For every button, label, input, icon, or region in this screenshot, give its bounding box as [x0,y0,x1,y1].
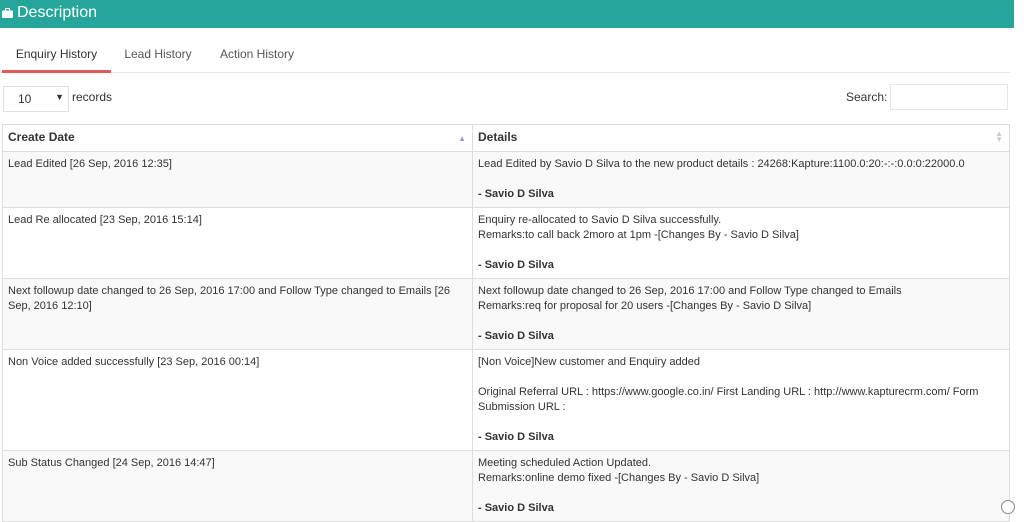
details-line: [Non Voice]New customer and Enquiry adde… [478,356,700,368]
table-row: Sub Status Changed [24 Sep, 2016 14:47] … [2,450,1010,522]
details-line: Remarks:online demo fixed -[Changes By -… [478,472,760,484]
table-row: Non Voice added successfully [23 Sep, 20… [2,349,1010,451]
details-line: Meeting scheduled Action Updated. [478,457,652,469]
column-header-create-date[interactable]: Create Date ▲ [2,124,473,152]
resize-handle-icon[interactable] [1001,500,1015,514]
details-line: Remarks:req for proposal for 20 users -[… [478,300,812,312]
signature: - Savio D Silva [478,188,554,200]
signature: - Savio D Silva [478,431,554,443]
table-row: Next followup date changed to 26 Sep, 20… [2,278,1010,350]
create-date-cell: Lead Re allocated [23 Sep, 2016 15:14] [2,207,473,279]
description-header: Description [0,0,1014,28]
create-date-cell: Lead Edited [26 Sep, 2016 12:35] [2,151,473,208]
records-per-page-select[interactable]: 10 ▼ [3,86,69,112]
enquiry-history-table: Create Date ▲ Details ▲ ▼ Lead Edited [26… [2,124,1010,522]
details-cell: [Non Voice]New customer and Enquiry adde… [472,349,1010,451]
details-line: Enquiry re-allocated to Savio D Silva su… [478,214,722,226]
details-cell: Lead Edited by Savio D Silva to the new … [472,151,1010,208]
column-header-details[interactable]: Details ▲ ▼ [472,124,1010,152]
details-cell: Enquiry re-allocated to Savio D Silva su… [472,207,1010,279]
details-line: Lead Edited by Savio D Silva to the new … [478,158,965,170]
tab-enquiry-history[interactable]: Enquiry History [2,38,111,73]
details-line: Next followup date changed to 26 Sep, 20… [478,285,902,297]
create-date-cell: Next followup date changed to 26 Sep, 20… [2,278,473,350]
table-header-row: Create Date ▲ Details ▲ ▼ [2,124,1010,152]
details-cell: Next followup date changed to 26 Sep, 20… [472,278,1010,350]
details-line: Original Referral URL : https://www.goog… [478,386,979,413]
create-date-cell: Non Voice added successfully [23 Sep, 20… [2,349,473,451]
records-label: records [72,90,113,104]
search-input[interactable] [890,84,1008,110]
create-date-cell: Sub Status Changed [24 Sep, 2016 14:47] [2,450,473,522]
details-cell: Meeting scheduled Action Updated. Remark… [472,450,1010,522]
sort-both-icon: ▲ ▼ [995,129,1003,144]
table-row: Lead Re allocated [23 Sep, 2016 15:14] E… [2,207,1010,279]
table-row: Lead Edited [26 Sep, 2016 12:35] Lead Ed… [2,151,1010,208]
sort-ascending-icon: ▲ [458,134,466,143]
history-tabs: Enquiry History Lead History Action Hist… [0,38,1010,73]
details-blank-line [478,370,1004,385]
details-line: Remarks:to call back 2moro at 1pm -[Chan… [478,229,799,241]
tab-action-history[interactable]: Action History [210,38,304,70]
column-header-label: Details [478,130,518,144]
records-per-page-value: 10 [18,92,32,106]
briefcase-icon [2,8,13,18]
search-label: Search: [846,90,888,104]
tab-lead-history[interactable]: Lead History [116,38,200,70]
column-header-label: Create Date [8,130,75,144]
signature: - Savio D Silva [478,259,554,271]
page-title: Description [17,4,98,21]
chevron-down-icon: ▼ [55,92,64,102]
signature: - Savio D Silva [478,330,554,342]
signature: - Savio D Silva [478,502,554,514]
